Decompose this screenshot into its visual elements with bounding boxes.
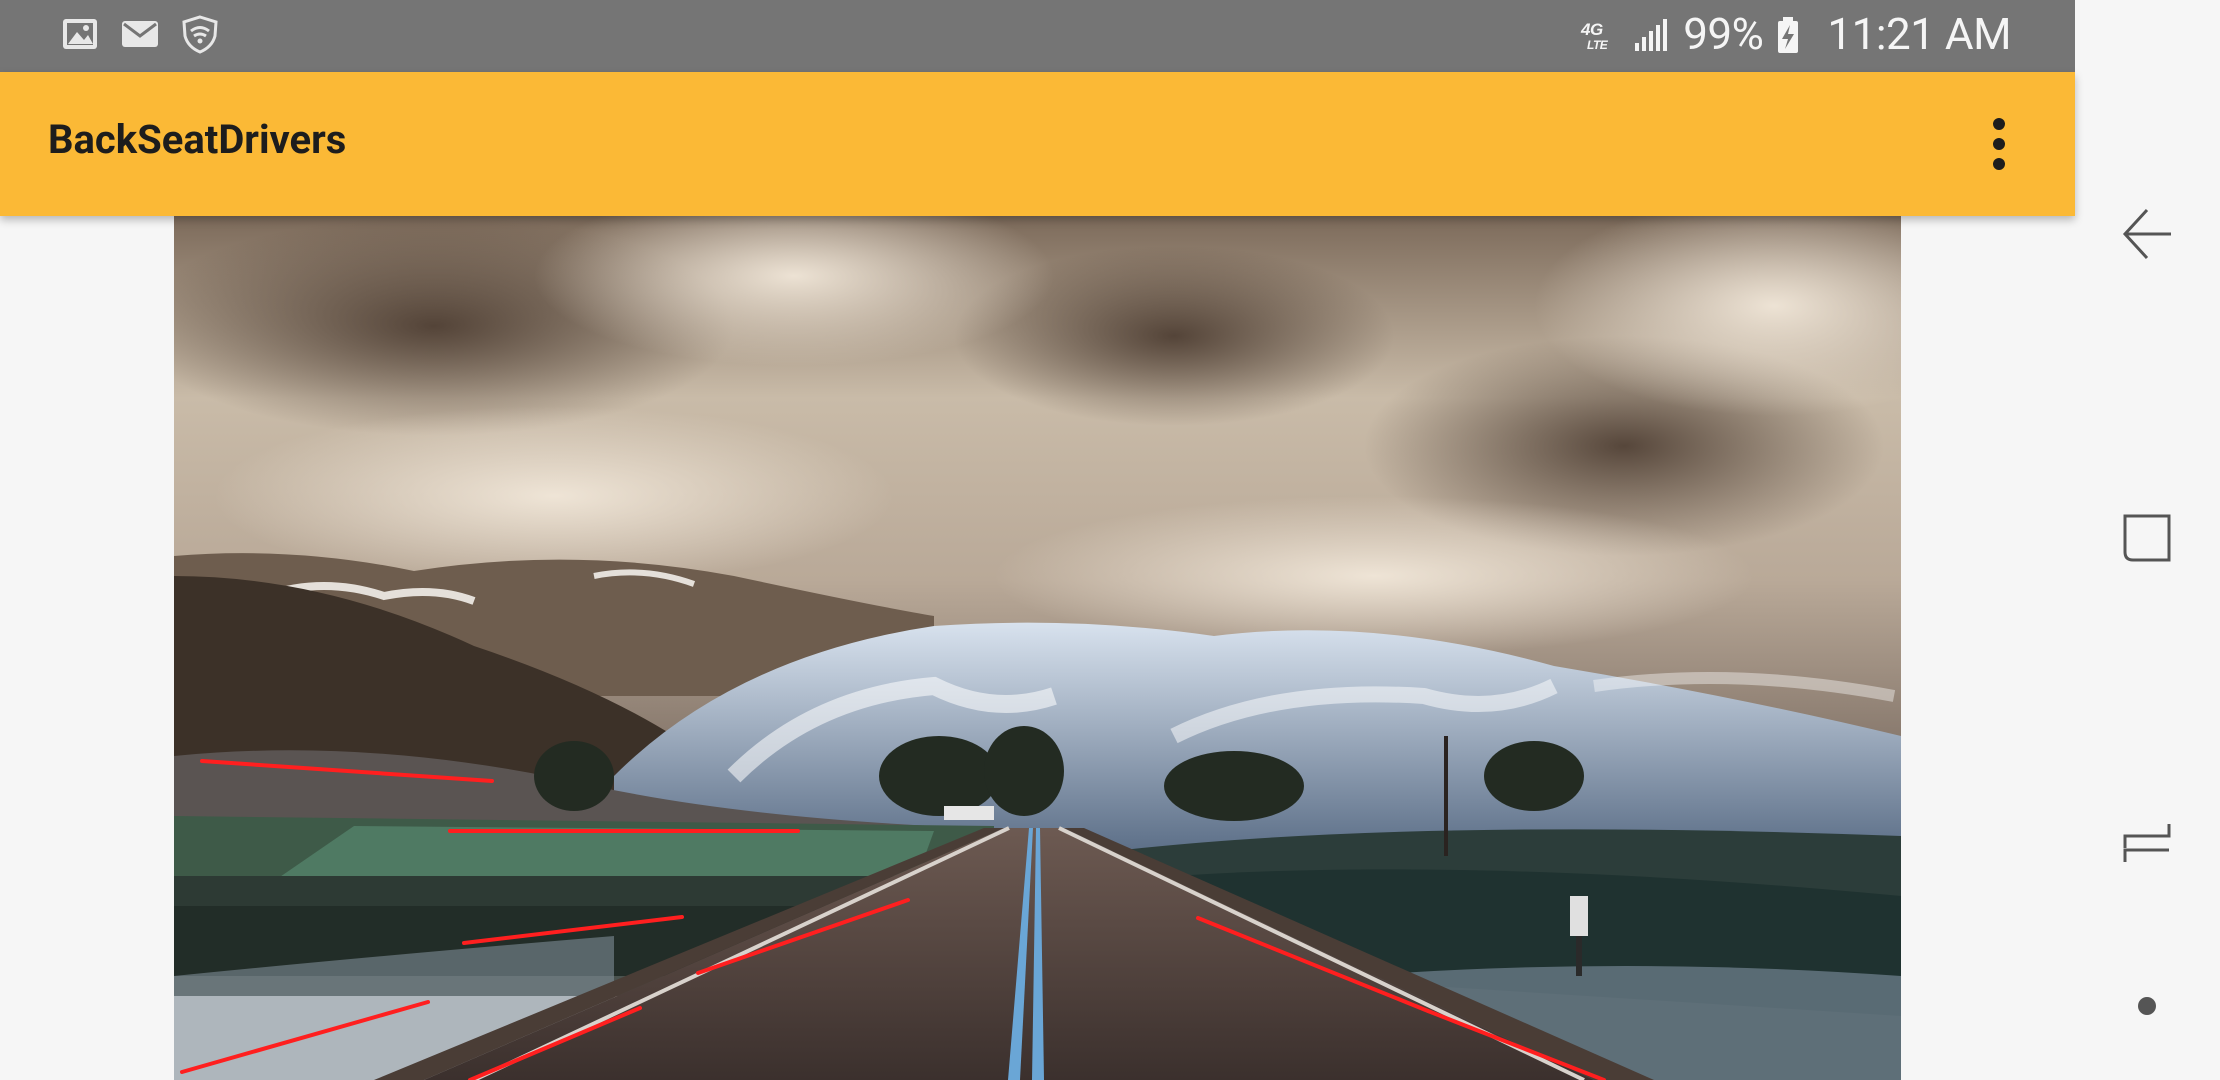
status-right: 4G LTE 99% 11:21 AM	[1579, 8, 2011, 60]
app-title: BackSeatDrivers	[48, 116, 347, 163]
recents-icon	[2123, 514, 2171, 562]
mail-icon	[120, 14, 160, 54]
status-bar: 4G LTE 99% 11:21 AM	[0, 0, 2075, 72]
navigation-bar	[2075, 0, 2220, 1080]
notification-icons	[60, 14, 220, 54]
more-vert-icon	[1993, 118, 2005, 170]
svg-text:4G: 4G	[1580, 20, 1603, 39]
lte-icon: 4G LTE	[1579, 14, 1619, 54]
clock: 11:21 AM	[1827, 8, 2011, 60]
home-button[interactable]	[2107, 966, 2187, 1046]
gallery-icon	[60, 14, 100, 54]
lane-detection-image	[174, 216, 1901, 1080]
battery-percent: 99%	[1683, 8, 1764, 60]
home-dot-icon	[2138, 997, 2156, 1015]
overview-icon	[2123, 824, 2171, 862]
overflow-menu-button[interactable]	[1963, 108, 2035, 180]
app-bar: BackSeatDrivers	[0, 72, 2075, 216]
wifi-shield-icon	[180, 14, 220, 54]
svg-text:LTE: LTE	[1587, 38, 1609, 52]
back-button[interactable]	[2107, 194, 2187, 274]
back-icon	[2122, 208, 2171, 260]
content-area	[0, 216, 2075, 1080]
overview-button[interactable]	[2107, 802, 2187, 882]
battery-charging-icon	[1775, 14, 1815, 54]
signal-icon	[1631, 14, 1671, 54]
recents-button[interactable]	[2107, 498, 2187, 578]
